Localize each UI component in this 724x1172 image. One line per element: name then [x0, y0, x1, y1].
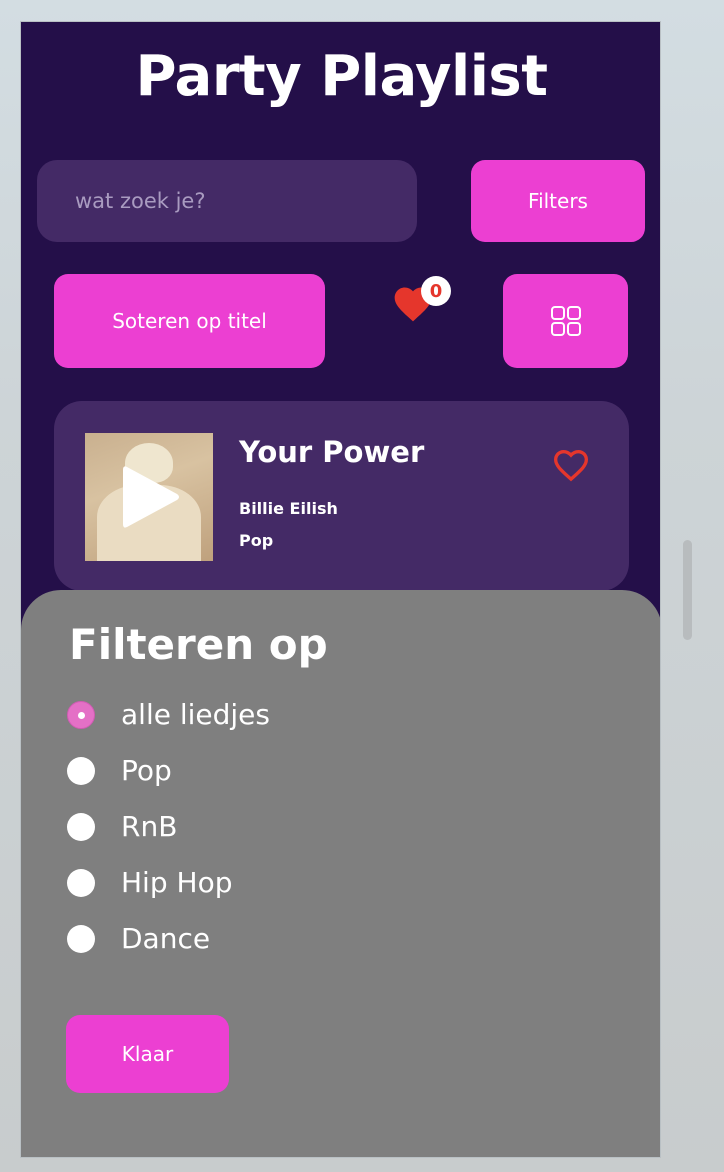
filter-option-label: alle liedjes: [121, 698, 270, 731]
search-input[interactable]: [37, 160, 417, 242]
song-genre: Pop: [239, 531, 274, 550]
filter-option-label: Pop: [121, 754, 172, 787]
app-screen: Party Playlist Filters Soteren op titel …: [20, 21, 661, 1158]
filter-sheet-title: Filteren op: [69, 620, 328, 669]
play-icon[interactable]: [119, 463, 183, 531]
song-card: Your Power Billie Eilish Pop: [54, 401, 629, 591]
filter-option-label: Hip Hop: [121, 866, 233, 899]
filter-option-all[interactable]: alle liedjes: [67, 698, 270, 731]
radio-icon[interactable]: [67, 812, 95, 841]
done-button[interactable]: Klaar: [66, 1015, 229, 1093]
filter-option-label: RnB: [121, 810, 178, 843]
grid-view-button[interactable]: [503, 274, 628, 368]
song-title: Your Power: [239, 435, 425, 469]
heart-outline-icon[interactable]: [550, 445, 592, 485]
album-cover[interactable]: [85, 433, 213, 561]
radio-selected-icon[interactable]: [67, 700, 95, 729]
filter-option-dance[interactable]: Dance: [67, 922, 210, 955]
radio-icon[interactable]: [67, 924, 95, 953]
song-artist: Billie Eilish: [239, 499, 338, 518]
page-title: Party Playlist: [135, 44, 548, 109]
filter-option-hiphop[interactable]: Hip Hop: [67, 866, 232, 899]
filter-sheet: Filteren op alle liedjes Pop RnB Hip Hop…: [21, 590, 660, 1157]
favorites-counter[interactable]: 0: [391, 276, 463, 338]
radio-icon[interactable]: [67, 756, 95, 785]
sort-by-title-button[interactable]: Soteren op titel: [54, 274, 325, 368]
favorites-count-badge: 0: [421, 276, 451, 306]
radio-icon[interactable]: [67, 868, 95, 897]
filter-option-label: Dance: [121, 922, 211, 955]
grid-icon: [550, 306, 581, 336]
filter-option-rnb[interactable]: RnB: [67, 810, 177, 843]
filters-button[interactable]: Filters: [471, 160, 645, 242]
filter-option-pop[interactable]: Pop: [67, 754, 172, 787]
scrollbar[interactable]: [683, 540, 692, 640]
